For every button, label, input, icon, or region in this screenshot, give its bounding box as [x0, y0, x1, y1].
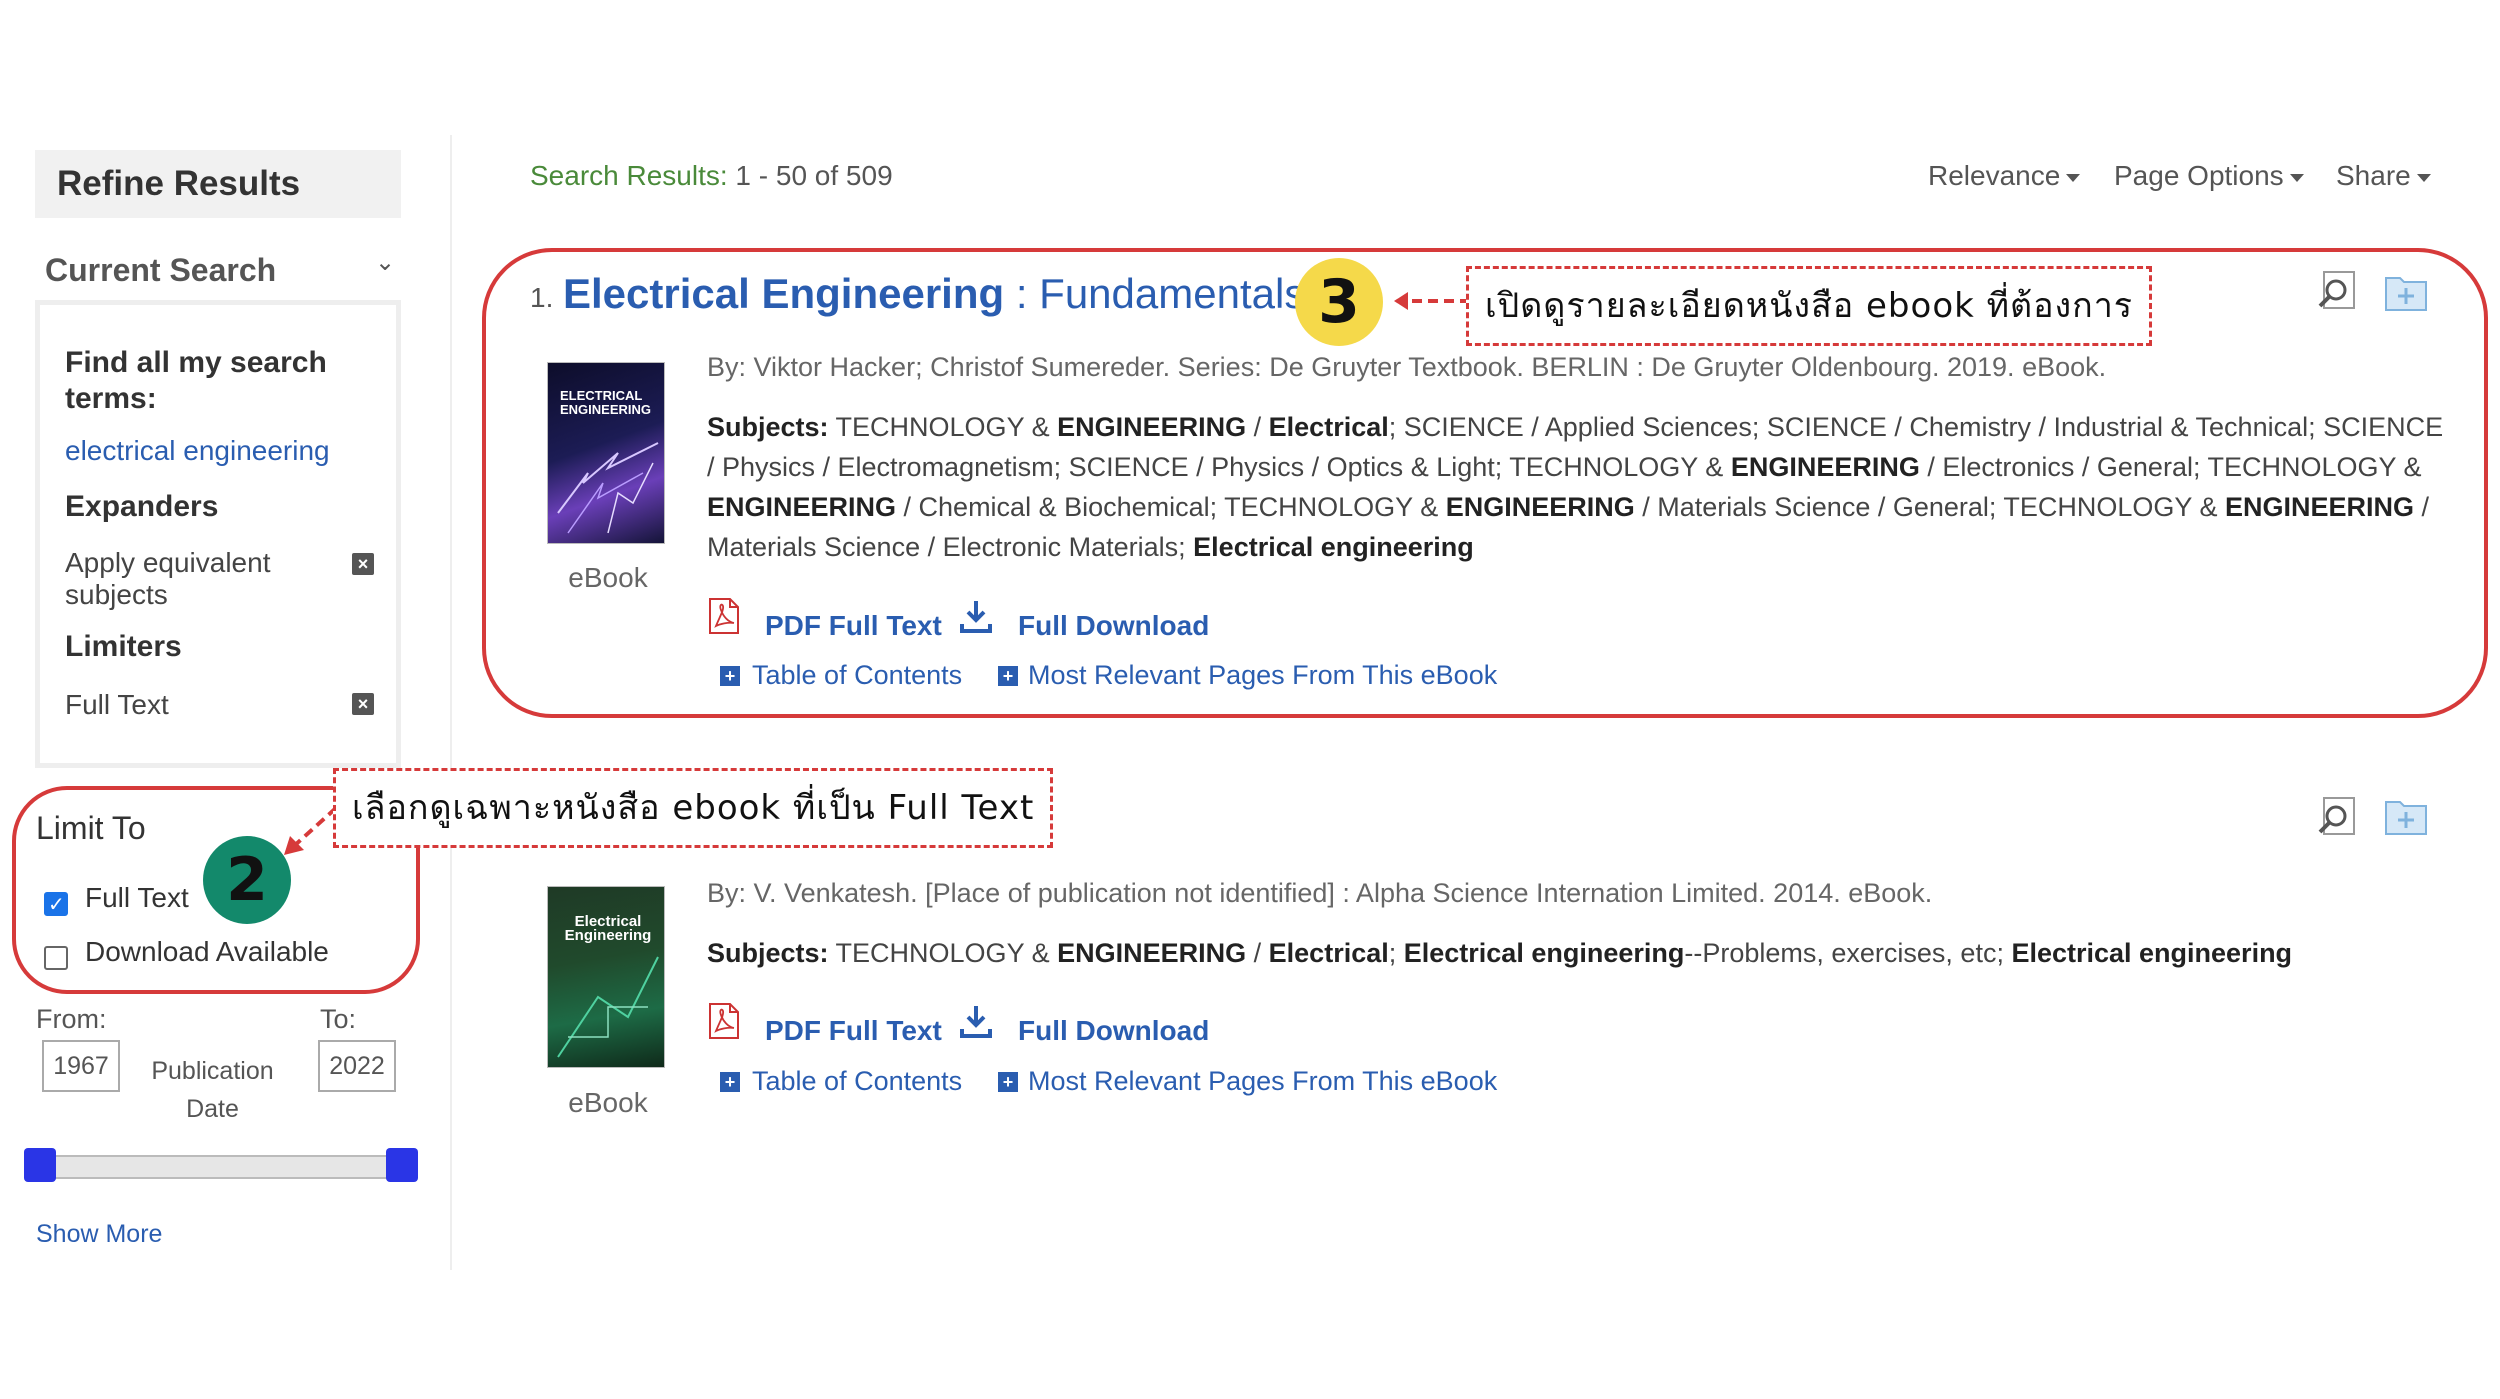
close-icon[interactable]: ×: [352, 553, 374, 575]
current-search-panel: Find all my search terms: electrical eng…: [35, 300, 401, 768]
circuit-art: [557, 956, 659, 1058]
find-all-terms-label: Find all my search terms:: [65, 346, 327, 415]
full-download-link[interactable]: Full Download: [1018, 1015, 1209, 1047]
plus-icon[interactable]: +: [998, 1072, 1018, 1092]
date-slider-start-handle[interactable]: [24, 1148, 56, 1182]
share-label: Share: [2336, 160, 2411, 191]
sort-label: Relevance: [1928, 160, 2061, 191]
caret-down-icon: [2289, 173, 2304, 182]
sidebar-divider: [450, 135, 452, 1270]
publication-date-label: Publication Date: [151, 1057, 274, 1123]
sort-dropdown[interactable]: Relevance: [1928, 160, 2081, 192]
most-relevant-pages-link[interactable]: Most Relevant Pages From This eBook: [1028, 1066, 1497, 1097]
pdf-full-text-link[interactable]: PDF Full Text: [765, 1015, 942, 1047]
expanders-label: Expanders: [65, 490, 219, 523]
results-count: Search Results: 1 - 50 of 509: [530, 160, 893, 192]
refine-results-title: Refine Results: [57, 164, 301, 203]
subjects-label: Subjects:: [707, 938, 829, 968]
from-year-input[interactable]: 1967: [42, 1040, 120, 1092]
arrow-icon: [1394, 292, 1470, 310]
share-dropdown[interactable]: Share: [2336, 160, 2431, 192]
step-3-callout: เปิดดูรายละเอียดหนังสือ ebook ที่ต้องการ: [1466, 266, 2153, 346]
to-label: To:: [320, 1004, 357, 1034]
step-3-badge: 3: [1295, 258, 1383, 346]
from-label: From:: [36, 1004, 107, 1034]
refine-results-header: Refine Results: [35, 150, 401, 218]
show-more-link[interactable]: Show More: [36, 1220, 162, 1249]
limiters-label: Limiters: [65, 630, 182, 663]
date-slider-end-handle[interactable]: [386, 1148, 418, 1182]
zoom-icon[interactable]: [2316, 796, 2360, 836]
limiter-item: Full Text: [65, 689, 169, 720]
caret-down-icon: [2066, 173, 2081, 182]
download-icon[interactable]: [958, 1003, 994, 1039]
page-options-dropdown[interactable]: Page Options: [2114, 160, 2304, 192]
pdf-icon[interactable]: [708, 1003, 740, 1039]
date-slider-track[interactable]: [32, 1155, 407, 1179]
close-icon[interactable]: ×: [352, 693, 374, 715]
expander-item: Apply equivalent subjects: [65, 547, 271, 610]
add-folder-icon[interactable]: [2384, 796, 2428, 836]
current-search-heading[interactable]: Current Search: [45, 252, 276, 289]
chevron-down-icon[interactable]: ⌄: [375, 248, 395, 277]
step-2-callout: เลือกดูเฉพาะหนังสือ ebook ที่เป็น Full T…: [333, 768, 1054, 848]
page-options-label: Page Options: [2114, 160, 2284, 191]
results-range: 1 - 50 of 509: [735, 160, 893, 191]
results-label: Search Results:: [530, 160, 728, 191]
book-cover[interactable]: Electrical Engineering: [547, 886, 665, 1068]
result-byline: By: V. Venkatesh. [Place of publication …: [707, 878, 1933, 908]
search-term-link[interactable]: electrical engineering: [65, 435, 330, 467]
caret-down-icon: [2416, 173, 2431, 182]
format-label: eBook: [568, 1087, 648, 1118]
table-of-contents-link[interactable]: Table of Contents: [752, 1066, 962, 1097]
result-subjects: Subjects: TECHNOLOGY & ENGINEERING / Ele…: [707, 938, 2293, 968]
to-year-input[interactable]: 2022: [318, 1040, 396, 1092]
plus-icon[interactable]: +: [720, 1072, 740, 1092]
